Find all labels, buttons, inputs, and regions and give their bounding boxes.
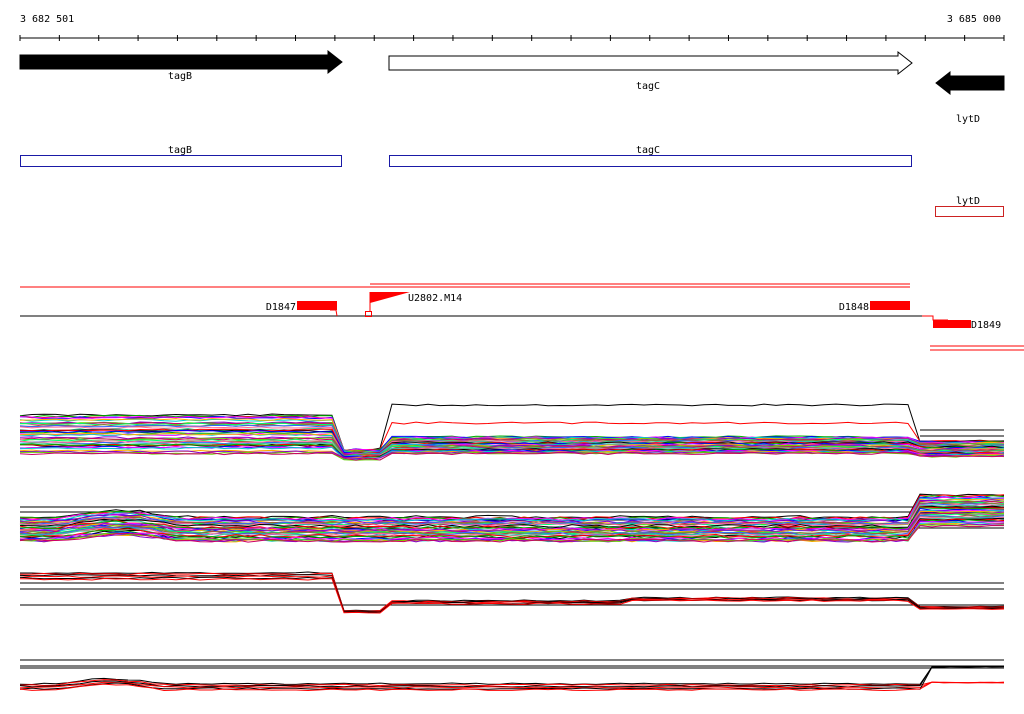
feature-label-D1849: D1849 xyxy=(971,320,1001,331)
expression-profile-line xyxy=(19,493,1005,519)
expression-profile-line xyxy=(19,574,1005,612)
feature-D1847-step xyxy=(330,309,338,317)
gene-label-tagC: tagC xyxy=(636,81,660,92)
feature-label-D1848: D1848 xyxy=(839,302,869,313)
axis-start-label: 3 682 501 xyxy=(20,14,74,25)
expression-profile-line xyxy=(19,665,1005,686)
expression-track-1 xyxy=(19,403,1005,461)
feature-U2802[interactable] xyxy=(370,292,410,303)
coordinate-axis: 3 682 501 3 685 000 xyxy=(19,14,1005,41)
feature-D1849[interactable] xyxy=(933,320,971,328)
feature-D1849-step xyxy=(922,315,948,321)
cds-label-tagB: tagB xyxy=(168,145,192,156)
gene-arrow-tagC[interactable] xyxy=(388,50,913,76)
expression-profile-line xyxy=(19,452,1005,461)
cds-label-lytD: lytD xyxy=(956,196,980,207)
expression-track-2 xyxy=(19,493,1005,543)
genome-browser-canvas: 3 682 501 3 685 000 tagB tagC lytD tagB … xyxy=(19,14,1024,692)
gene-label-tagB: tagB xyxy=(168,71,192,82)
expression-track-3 xyxy=(19,571,1005,614)
feature-label-D1847: D1847 xyxy=(266,302,296,313)
feature-track: D1847 U2802.M14 D1848 D1849 xyxy=(20,283,1024,351)
gene-label-lytD: lytD xyxy=(956,114,980,125)
expression-track-4 xyxy=(19,659,1005,692)
cds-label-tagC: tagC xyxy=(636,145,660,156)
feature-D1847[interactable] xyxy=(297,301,337,310)
expression-profile-line xyxy=(19,575,1005,613)
axis-end-label: 3 685 000 xyxy=(947,14,1001,25)
gene-arrow-lytD[interactable] xyxy=(935,70,1005,96)
cds-box-lytD[interactable] xyxy=(935,206,1004,217)
expression-profile-line xyxy=(19,577,1005,614)
feature-D1848[interactable] xyxy=(870,301,910,310)
feature-label-U2802: U2802.M14 xyxy=(408,293,462,304)
cds-box-tagC[interactable] xyxy=(389,155,912,167)
expression-profile-line xyxy=(19,576,1005,613)
expression-profile-line xyxy=(19,496,1005,521)
cds-box-tagB[interactable] xyxy=(20,155,342,167)
gene-track: tagB tagC lytD xyxy=(19,49,1005,125)
cds-track: tagB tagC lytD xyxy=(20,145,1004,217)
gene-arrow-tagB[interactable] xyxy=(19,49,343,75)
